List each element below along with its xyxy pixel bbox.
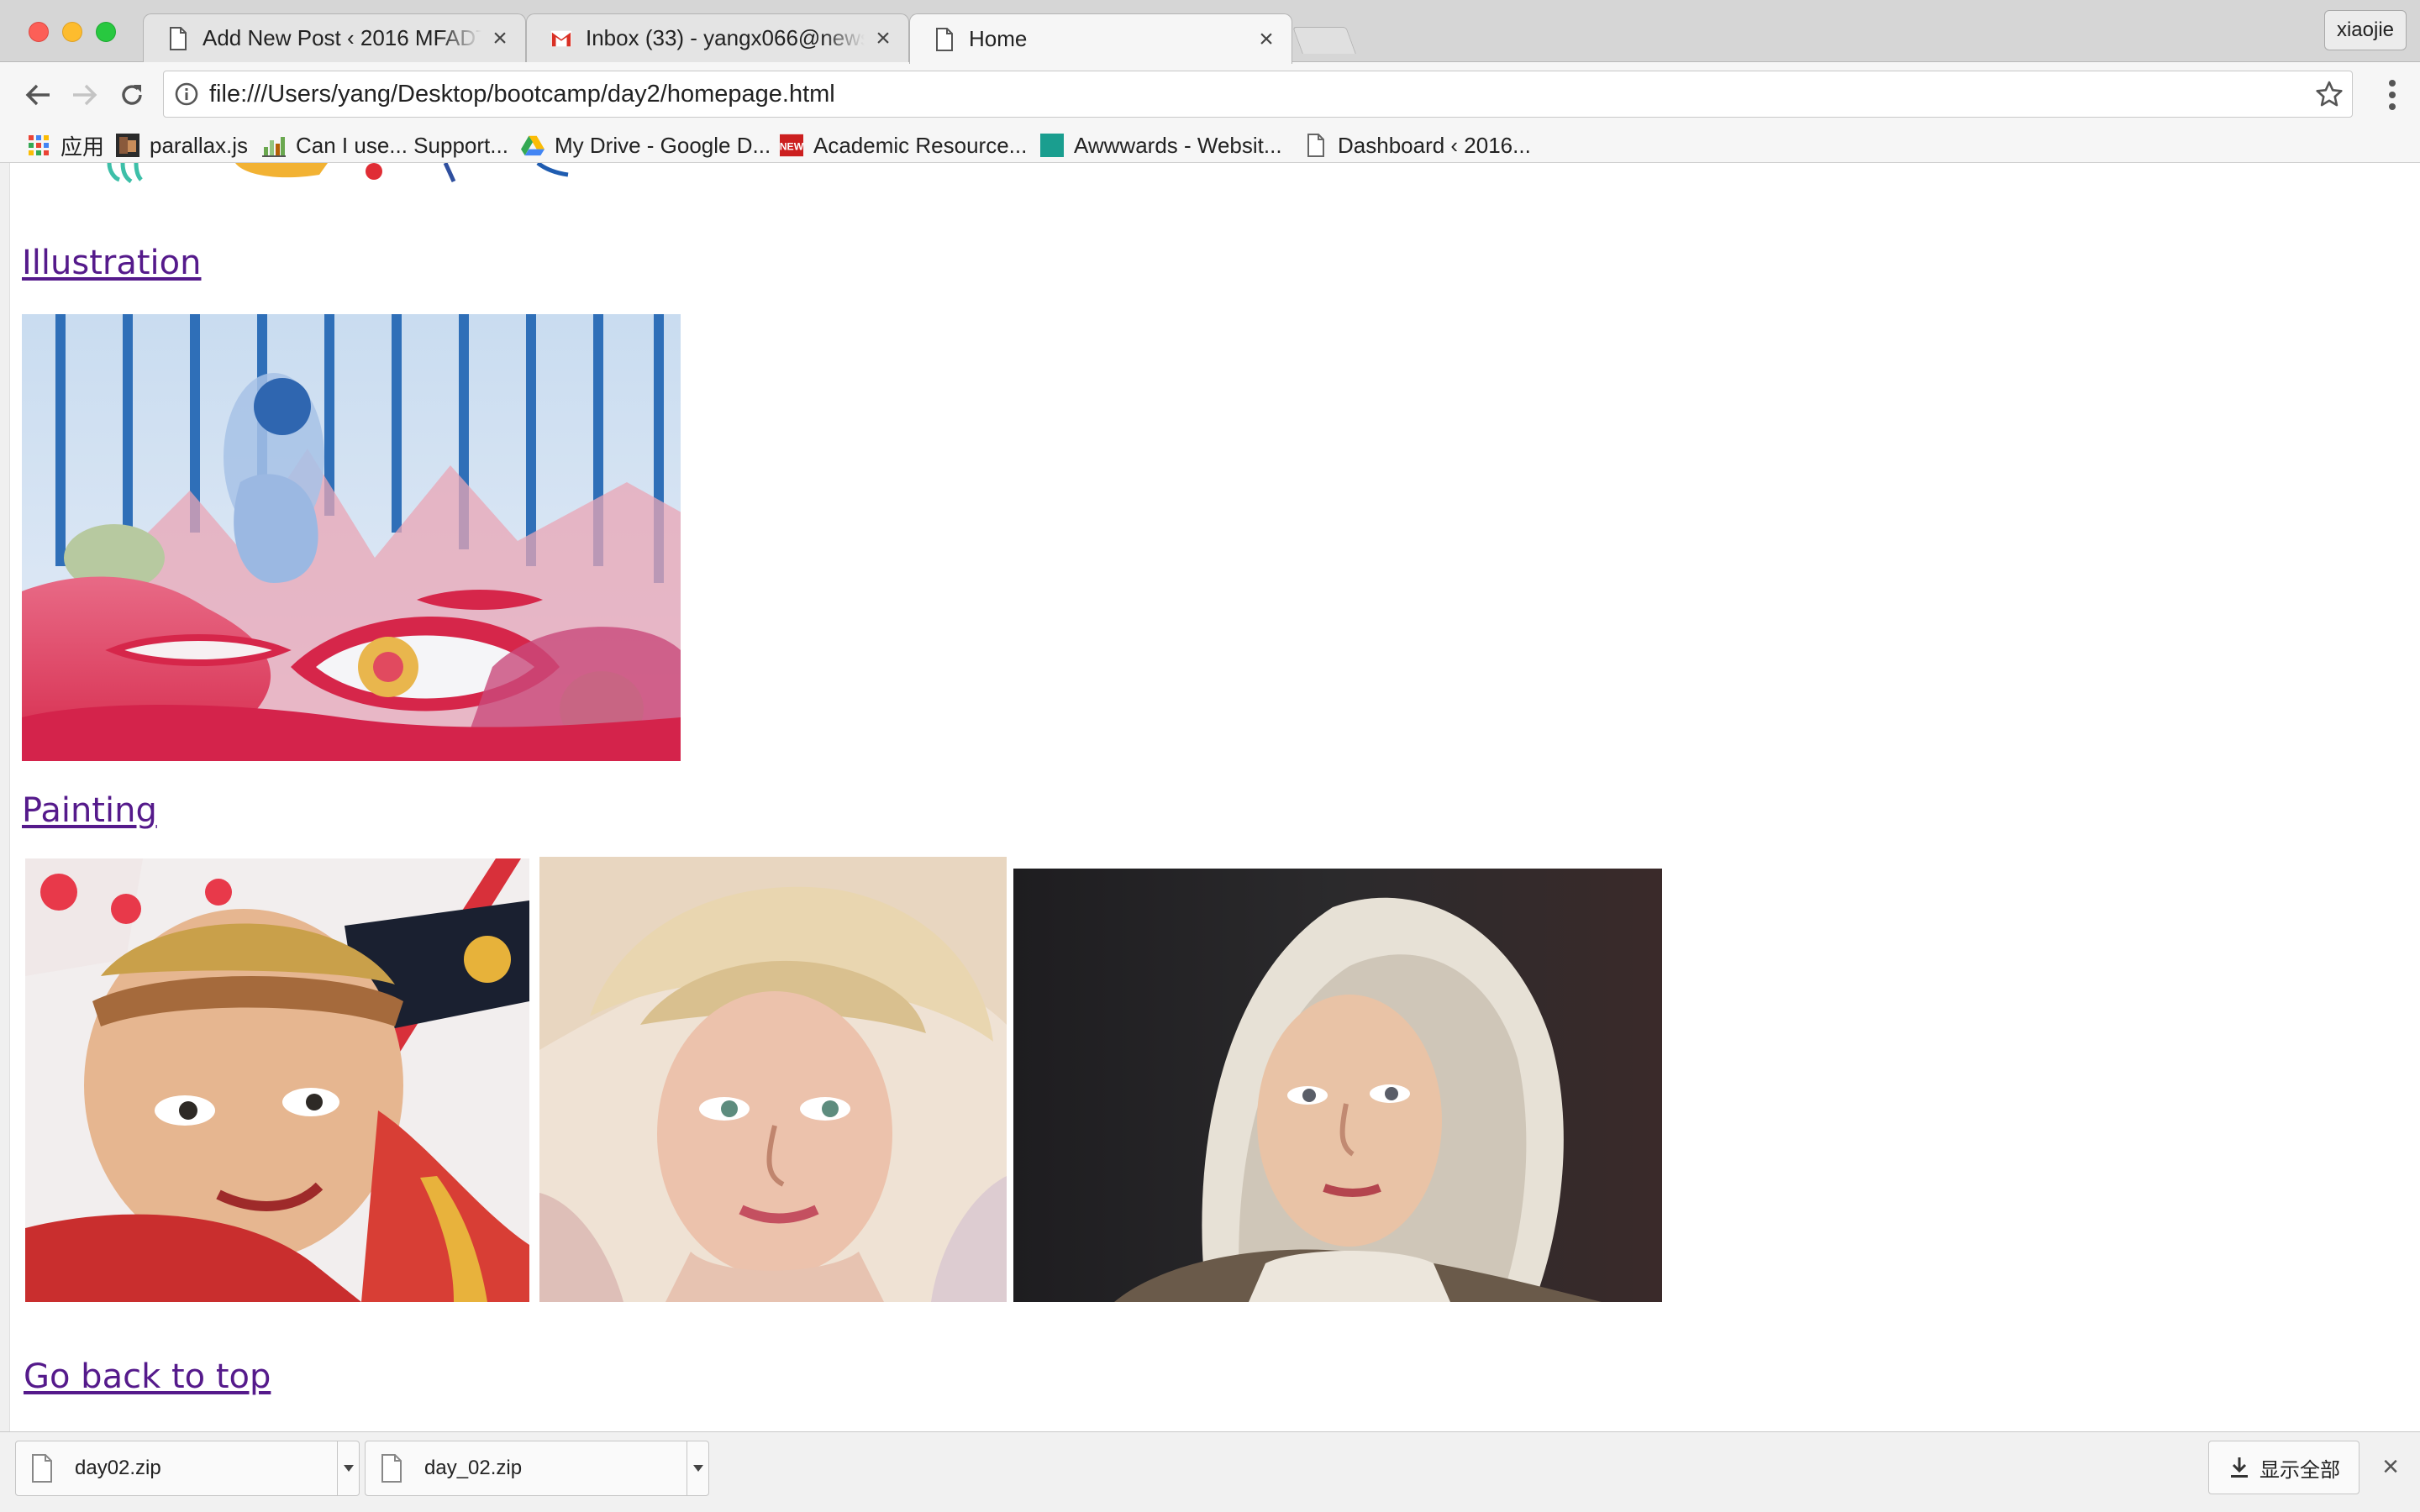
google-drive-icon	[521, 134, 544, 157]
top-artwork-partial	[107, 163, 569, 183]
bookmark-academic-resource[interactable]: NEW Academic Resource...	[780, 128, 1027, 163]
tab-title: Home	[969, 26, 1028, 51]
menu-kebab-icon[interactable]	[2388, 79, 2396, 111]
tab-close-icon[interactable]: ×	[871, 25, 895, 50]
tab-inbox[interactable]: Inbox (33) - yangx066@newsc ×	[526, 13, 909, 62]
file-icon	[32, 1454, 52, 1483]
tab-title: Add New Post ‹ 2016 MFADT	[203, 25, 481, 50]
bookmark-parallax[interactable]: parallax.js	[116, 128, 248, 163]
bookmark-star-icon[interactable]	[2315, 80, 2344, 108]
painting-monkey-king-image[interactable]	[25, 858, 529, 1302]
download-filename: day_02.zip	[424, 1457, 523, 1479]
download-item[interactable]: day_02.zip	[365, 1441, 709, 1496]
new-badge-icon: NEW	[780, 134, 803, 157]
window-maximize-button[interactable]	[96, 22, 116, 42]
bookmark-label: My Drive - Google D...	[555, 132, 771, 158]
window-close-button[interactable]	[29, 22, 49, 42]
reload-icon	[122, 85, 142, 105]
svg-text:NEW: NEW	[780, 140, 803, 152]
new-tab-button[interactable]	[1292, 27, 1356, 54]
show-all-downloads-button[interactable]: 显示全部	[2208, 1441, 2360, 1494]
reload-button[interactable]	[113, 76, 151, 114]
bookmark-awwwards[interactable]: Awwwards - Websit...	[1040, 128, 1282, 163]
show-all-label: 显示全部	[2260, 1458, 2340, 1482]
bookmark-apps[interactable]: 应用	[27, 128, 104, 163]
url-text[interactable]: file:///Users/yang/Desktop/bootcamp/day2…	[209, 71, 835, 117]
back-button[interactable]	[18, 76, 57, 114]
awwwards-favicon	[1040, 134, 1064, 157]
page-icon	[167, 26, 189, 51]
tab-close-icon[interactable]: ×	[488, 25, 512, 50]
bookmark-label: 应用	[60, 134, 105, 160]
tab-title: Inbox (33) - yangx066@newsc	[586, 25, 865, 50]
page-viewport: Illustration Painting Go back to top	[0, 163, 2420, 1431]
forward-arrow-icon	[73, 84, 97, 106]
bookmark-label: Dashboard ‹ 2016...	[1338, 132, 1531, 158]
back-to-top-link[interactable]: Go back to top	[24, 1357, 271, 1396]
browser-toolbar: file:///Users/yang/Desktop/bootcamp/day2…	[0, 62, 2420, 128]
painting-hooded-girl-image[interactable]	[1013, 869, 1662, 1302]
bookmark-caniuse[interactable]: Can I use... Support...	[262, 128, 508, 163]
illustration-image[interactable]	[22, 314, 681, 761]
illustration-section-link[interactable]: Illustration	[22, 244, 201, 282]
gmail-icon	[550, 26, 572, 51]
caniuse-favicon	[262, 134, 286, 157]
painting-section-link[interactable]: Painting	[22, 791, 157, 830]
bookmark-google-drive[interactable]: My Drive - Google D...	[521, 128, 771, 163]
tab-home[interactable]: Home ×	[909, 13, 1292, 64]
download-filename: day02.zip	[75, 1457, 161, 1479]
page-icon	[934, 27, 955, 52]
download-icon	[2231, 1457, 2248, 1478]
file-icon	[381, 1454, 402, 1483]
tab-strip: Add New Post ‹ 2016 MFADT × Inbox (33) -…	[0, 0, 2420, 64]
page-icon	[1304, 134, 1328, 157]
apps-grid-icon	[27, 134, 50, 157]
bookmark-label: Can I use... Support...	[296, 132, 508, 158]
info-icon[interactable]	[174, 81, 199, 107]
painting-straw-hat-woman-image[interactable]	[539, 857, 1007, 1302]
profile-button[interactable]: xiaojie	[2323, 10, 2407, 50]
tab-close-icon[interactable]: ×	[1255, 26, 1278, 51]
window-minimize-button[interactable]	[62, 22, 82, 42]
forward-button[interactable]	[66, 76, 104, 114]
download-shelf: day02.zip day_02.zip 显示全部 ×	[0, 1431, 2420, 1512]
back-arrow-icon	[25, 84, 50, 106]
address-bar[interactable]: file:///Users/yang/Desktop/bootcamp/day2…	[163, 71, 2353, 118]
tab-add-new-post[interactable]: Add New Post ‹ 2016 MFADT ×	[143, 13, 526, 62]
close-shelf-icon[interactable]: ×	[2378, 1452, 2403, 1481]
parallax-favicon	[116, 134, 139, 157]
bookmarks-bar: 应用 parallax.js Can I use... Support... M…	[0, 128, 2420, 163]
download-item[interactable]: day02.zip	[15, 1441, 360, 1496]
bookmark-label: Awwwards - Websit...	[1074, 132, 1282, 158]
left-window-edge	[0, 163, 10, 1431]
bookmark-dashboard[interactable]: Dashboard ‹ 2016...	[1304, 128, 1531, 163]
bookmark-label: Academic Resource...	[813, 132, 1028, 158]
bookmark-label: parallax.js	[150, 132, 249, 158]
download-options-chevron-icon[interactable]	[687, 1441, 708, 1495]
download-options-chevron-icon[interactable]	[337, 1441, 359, 1495]
